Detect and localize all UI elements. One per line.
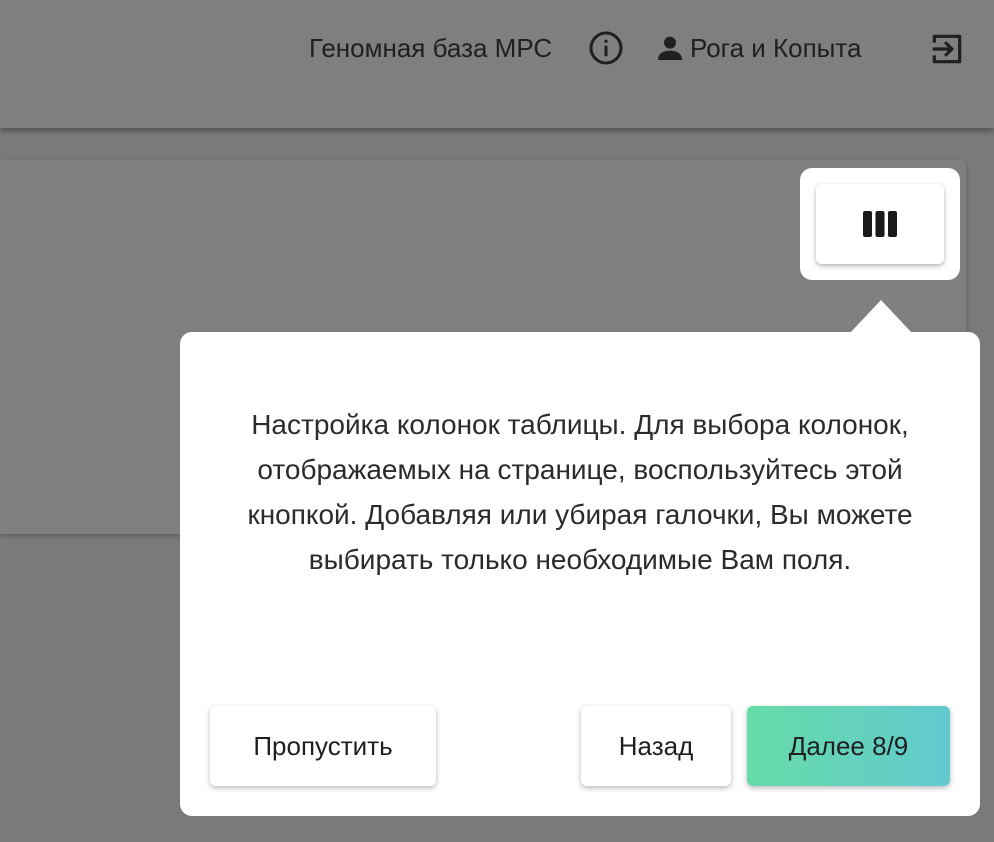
app-title: Геномная база МРС <box>309 33 553 63</box>
user-icon <box>658 36 682 60</box>
tour-description: Настройка колонок таблицы. Для выбора ко… <box>247 409 913 575</box>
next-button[interactable]: Далее 8/9 <box>747 706 950 786</box>
tour-popover: Настройка колонок таблицы. Для выбора ко… <box>180 332 980 816</box>
user-name: Рога и Копыта <box>690 33 862 63</box>
tour-popover-arrow <box>850 300 912 333</box>
view-columns-icon <box>863 211 897 237</box>
user-menu[interactable]: Рога и Копыта <box>654 30 861 66</box>
columns-settings-button[interactable] <box>816 184 944 264</box>
app-header: Геномная база МРС Рога и Копыта <box>0 0 994 128</box>
info-icon[interactable] <box>588 30 624 66</box>
back-button[interactable]: Назад <box>581 706 731 786</box>
skip-button[interactable]: Пропустить <box>210 706 436 786</box>
logout-icon[interactable] <box>928 30 966 68</box>
